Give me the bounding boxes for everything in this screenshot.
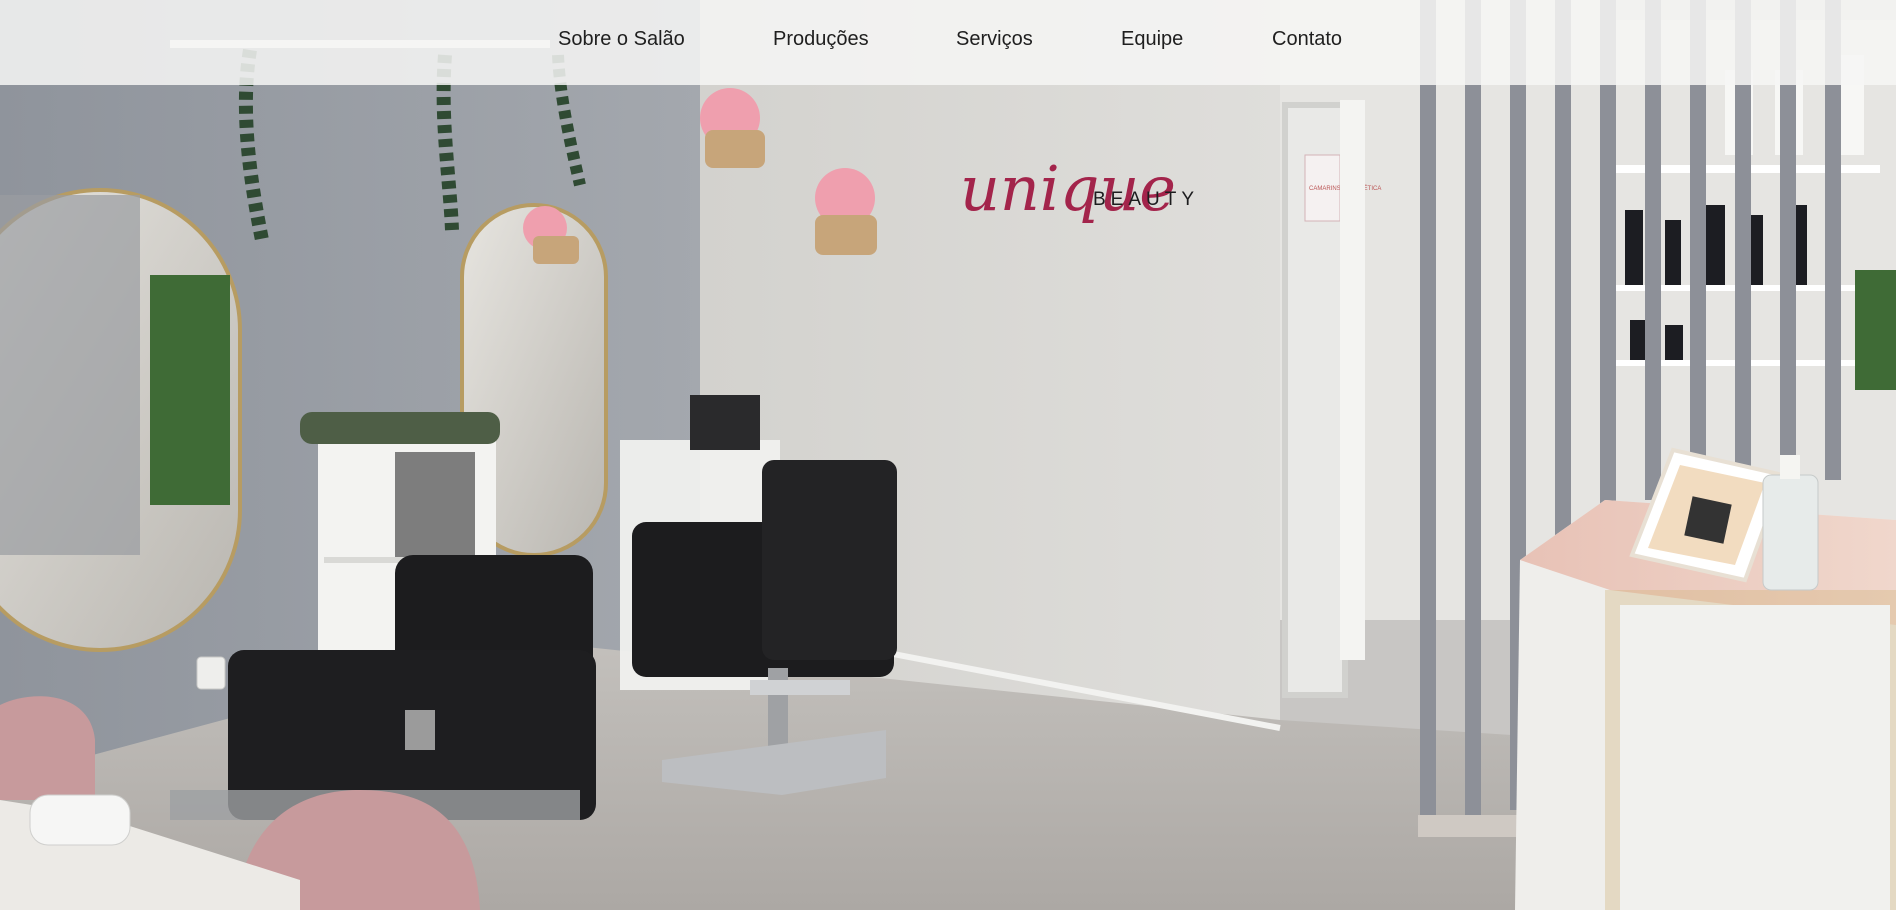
page: unique BEAUTY CAMARINS DA ESTÉTICA (0, 0, 1896, 910)
nav-link-servicos[interactable]: Serviços (956, 28, 1033, 51)
nav-link-equipe[interactable]: Equipe (1121, 28, 1183, 51)
hero-salon-image: unique BEAUTY CAMARINS DA ESTÉTICA (0, 0, 1896, 910)
nav-link-sobre-o-salao[interactable]: Sobre o Salão (558, 28, 685, 51)
top-navigation-bar: Sobre o Salão Produções Serviços Equipe … (0, 0, 1896, 85)
nav-link-producoes[interactable]: Produções (773, 28, 869, 51)
nav-link-contato[interactable]: Contato (1272, 28, 1342, 51)
nav-menu: Sobre o Salão Produções Serviços Equipe … (0, 0, 1896, 85)
wall-logo-sub: BEAUTY (1093, 189, 1199, 210)
pink-chair-left (0, 696, 95, 800)
